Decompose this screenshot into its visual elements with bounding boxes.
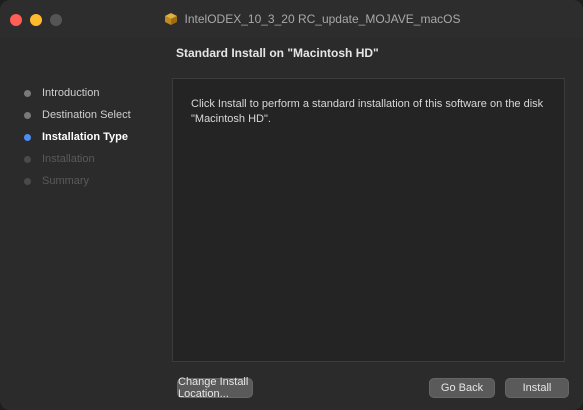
go-back-button[interactable]: Go Back <box>429 378 495 398</box>
close-window-button[interactable] <box>10 14 22 26</box>
change-install-location-button[interactable]: Change Install Location... <box>177 376 253 400</box>
step-introduction: Introduction <box>24 82 164 104</box>
step-dot-current <box>24 133 31 141</box>
step-installation-type: Installation Type <box>24 126 164 148</box>
installer-steps-sidebar: Introduction Destination Select Installa… <box>24 82 164 192</box>
install-description: Click Install to perform a standard inst… <box>191 98 544 125</box>
step-dot <box>24 177 31 185</box>
step-installation: Installation <box>24 148 164 170</box>
page-heading: Standard Install on "Macintosh HD" <box>176 46 379 60</box>
step-label: Summary <box>42 175 90 187</box>
step-destination-select: Destination Select <box>24 104 164 126</box>
package-icon <box>163 12 179 26</box>
step-label: Destination Select <box>42 109 131 121</box>
step-dot <box>24 155 31 163</box>
zoom-window-button[interactable] <box>50 14 62 26</box>
content-panel: Click Install to perform a standard inst… <box>172 78 565 362</box>
step-label: Installation <box>42 153 95 165</box>
minimize-window-button[interactable] <box>30 14 42 26</box>
step-dot <box>24 111 31 119</box>
step-summary: Summary <box>24 170 164 192</box>
title-bar[interactable]: IntelODEX_10_3_20 RC_update_MOJAVE_macOS <box>0 0 583 38</box>
step-dot <box>24 89 31 97</box>
install-button[interactable]: Install <box>505 378 569 398</box>
step-label: Introduction <box>42 87 100 99</box>
window-title: IntelODEX_10_3_20 RC_update_MOJAVE_macOS <box>184 12 461 26</box>
installer-window: IntelODEX_10_3_20 RC_update_MOJAVE_macOS… <box>0 0 583 410</box>
step-label: Installation Type <box>42 131 128 143</box>
window-title-group: IntelODEX_10_3_20 RC_update_MOJAVE_macOS <box>120 10 503 28</box>
